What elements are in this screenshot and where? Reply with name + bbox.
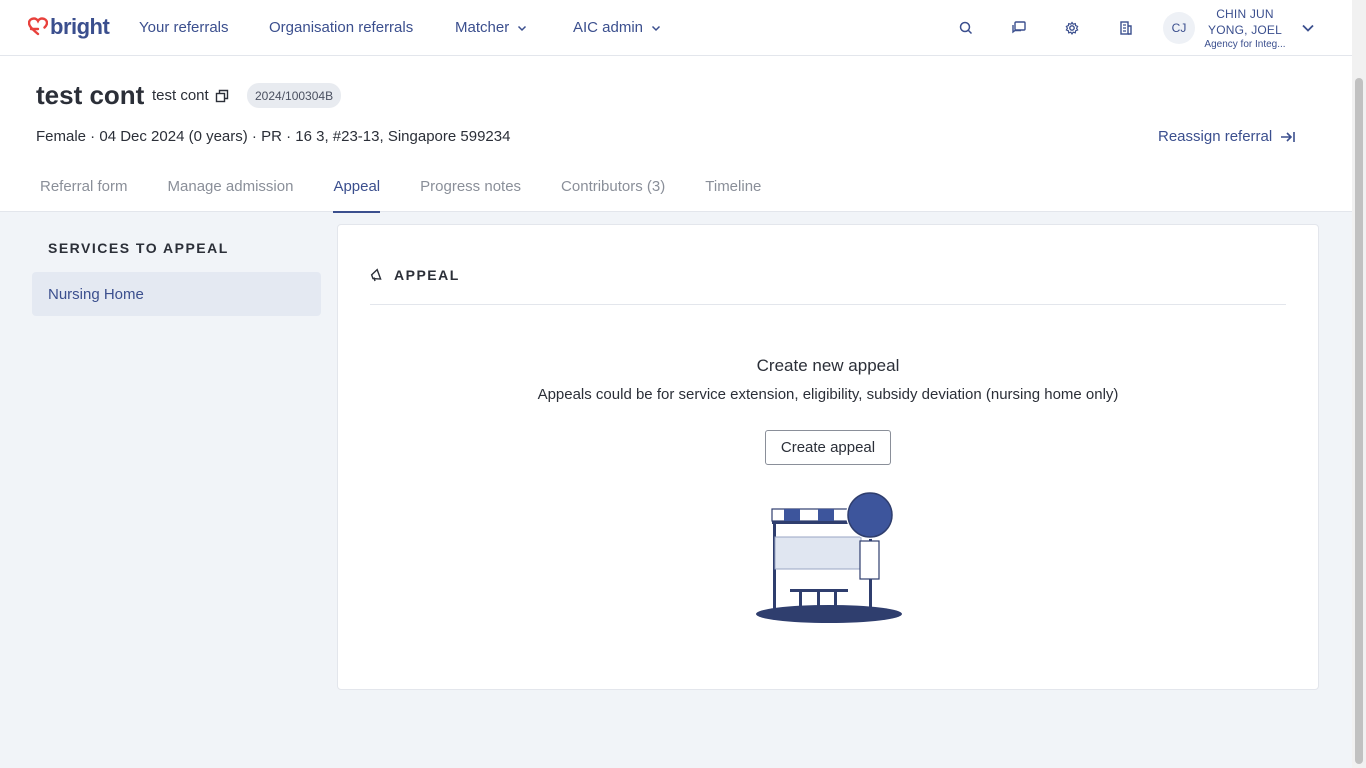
user-organisation: Agency for Integ... [1204, 39, 1286, 50]
heart-logo-icon [28, 17, 48, 36]
create-appeal-button[interactable]: Create appeal [765, 430, 891, 465]
tab-referral-form[interactable]: Referral form [40, 178, 128, 212]
logo-text: bright [50, 14, 110, 39]
search-button[interactable] [955, 17, 977, 39]
tab-contributors[interactable]: Contributors (3) [561, 178, 665, 212]
nav-organisation-referrals[interactable]: Organisation referrals [269, 19, 413, 36]
patient-alias: test cont [152, 87, 229, 104]
scrollbar-thumb[interactable] [1355, 78, 1363, 764]
chevron-down-icon [518, 25, 527, 31]
reassign-referral-label: Reassign referral [1158, 128, 1273, 145]
nav-your-referrals[interactable]: Your referrals [139, 19, 229, 36]
referral-header: test cont test cont 2024/100304B Female … [0, 56, 1352, 213]
nav-aic-admin-label: AIC admin [573, 19, 644, 36]
empty-state-title: Create new appeal [756, 356, 900, 375]
user-name-line2: YONG, JOEL [1207, 23, 1283, 37]
appeal-card-title: APPEAL [370, 267, 460, 283]
card-divider [370, 304, 1286, 305]
tab-progress-notes[interactable]: Progress notes [420, 178, 521, 212]
avatar[interactable]: CJ [1163, 12, 1195, 44]
patient-name: test cont [36, 80, 145, 110]
sidebar-item-nursing-home[interactable]: Nursing Home [32, 272, 321, 316]
reassign-referral-button[interactable]: Reassign referral [1158, 128, 1296, 145]
appeal-card: APPEAL Create new appeal Appeals could b… [337, 224, 1319, 690]
top-nav-bar: bright Your referrals Organisation refer… [0, 0, 1352, 56]
messages-button[interactable] [1008, 17, 1030, 39]
tab-appeal[interactable]: Appeal [333, 178, 380, 213]
nav-matcher[interactable]: Matcher [455, 19, 527, 36]
appeal-title-text: APPEAL [394, 267, 460, 283]
chevron-down-icon [652, 25, 661, 31]
gear-icon [1065, 21, 1079, 35]
user-name-line1: CHIN JUN [1216, 7, 1274, 21]
nav-matcher-label: Matcher [455, 19, 510, 36]
referral-id-badge: 2024/100304B [247, 83, 342, 108]
user-menu-chevron-icon[interactable] [1301, 21, 1315, 35]
tab-manage-admission[interactable]: Manage admission [168, 178, 294, 212]
bright-logo[interactable]: bright [28, 14, 110, 40]
nav-aic-admin[interactable]: AIC admin [573, 19, 661, 36]
empty-state-description: Appeals could be for service extension, … [537, 386, 1119, 403]
copy-icon[interactable] [215, 89, 229, 103]
referral-tabs: Referral form Manage admission Appeal Pr… [40, 178, 801, 213]
tab-timeline[interactable]: Timeline [705, 178, 761, 212]
bus-stop-illustration [756, 491, 902, 623]
patient-alias-text: test cont [152, 87, 209, 104]
user-info[interactable]: CHIN JUN YONG, JOEL Agency for Integ... [1198, 6, 1292, 52]
services-to-appeal-heading: SERVICES TO APPEAL [48, 240, 229, 256]
building-icon [1120, 21, 1132, 35]
patient-details: Female · 04 Dec 2024 (0 years) · PR · 16… [36, 128, 511, 145]
arrow-to-right-icon [1281, 131, 1296, 142]
search-icon [959, 21, 973, 35]
chat-icon [1012, 21, 1026, 34]
settings-button[interactable] [1061, 17, 1083, 39]
megaphone-icon [370, 268, 382, 282]
organisation-button[interactable] [1115, 17, 1137, 39]
